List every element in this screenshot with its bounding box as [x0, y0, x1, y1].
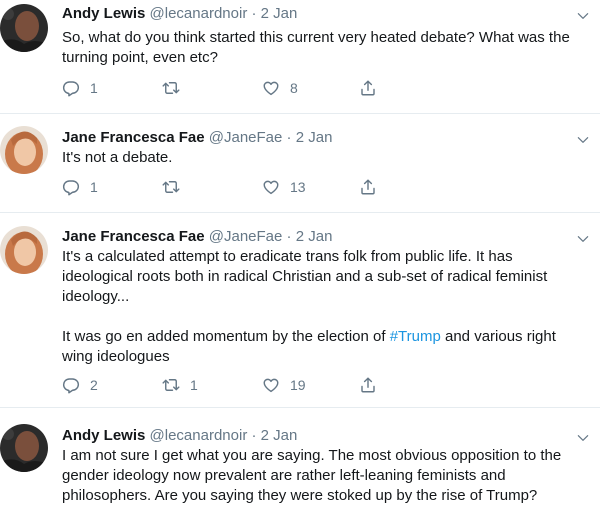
author-handle[interactable]: @JaneFae [209, 129, 283, 146]
separator: · [286, 228, 292, 245]
share-button[interactable] [359, 177, 377, 197]
tweet-paragraph: It's not a debate. [62, 149, 173, 166]
tweet-text: I am not sure I get what you are saying.… [62, 446, 587, 506]
retweet-icon [162, 79, 180, 97]
tweet-paragraph: It was go en added momentum by the elect… [62, 327, 587, 367]
reply-icon [62, 79, 80, 97]
tweet-date[interactable]: 2 Jan [296, 129, 333, 146]
avatar[interactable] [0, 424, 48, 472]
chevron-down-icon[interactable] [576, 232, 590, 246]
separator: · [286, 129, 292, 146]
author-name[interactable]: Jane Francesca Fae [62, 228, 205, 245]
like-button[interactable]: 19 [262, 375, 306, 395]
avatar[interactable] [0, 4, 48, 52]
tweet[interactable]: Andy Lewis @lecanardnoir · 2 Jan So, wha… [0, 0, 600, 110]
hashtag-link[interactable]: #Trump [390, 328, 441, 345]
retweet-icon [162, 178, 180, 196]
like-count: 13 [290, 179, 306, 195]
avatar[interactable] [0, 126, 48, 174]
chevron-down-icon[interactable] [576, 133, 590, 147]
tweet-text-span: It was go en added momentum by the elect… [62, 328, 386, 345]
tweet-paragraph: It's a calculated attempt to eradicate t… [62, 248, 548, 305]
tweet-date[interactable]: 2 Jan [261, 427, 298, 444]
share-button[interactable] [359, 78, 377, 98]
reply-count: 1 [90, 80, 98, 96]
retweet-button[interactable]: 1 [162, 375, 198, 395]
reply-count: 2 [90, 377, 98, 393]
like-button[interactable]: 13 [262, 177, 306, 197]
tweet-text: It's not a debate. [62, 148, 587, 168]
retweet-count: 1 [190, 377, 198, 393]
tweet[interactable]: Andy Lewis @lecanardnoir · 2 Jan I am no… [0, 408, 600, 517]
tweet[interactable]: Jane Francesca Fae @JaneFae · 2 Jan It's… [0, 114, 600, 212]
author-handle[interactable]: @lecanardnoir [150, 5, 248, 22]
reply-count: 1 [90, 179, 98, 195]
reply-icon [62, 376, 80, 394]
share-icon [359, 79, 377, 97]
like-button[interactable]: 8 [262, 78, 298, 98]
retweet-icon [162, 376, 180, 394]
share-icon [359, 376, 377, 394]
tweet-actions: 1 8 [62, 78, 392, 98]
share-button[interactable] [359, 375, 377, 395]
like-count: 19 [290, 377, 306, 393]
reply-button[interactable]: 2 [62, 375, 98, 395]
tweet-paragraph: I am not sure I get what you are saying.… [62, 447, 562, 504]
tweet-date[interactable]: 2 Jan [296, 228, 333, 245]
like-count: 8 [290, 80, 298, 96]
tweet-text: It's a calculated attempt to eradicate t… [62, 247, 587, 367]
tweet-date[interactable]: 2 Jan [261, 5, 298, 22]
separator: · [251, 5, 257, 22]
share-icon [359, 178, 377, 196]
reply-icon [62, 178, 80, 196]
author-handle[interactable]: @JaneFae [209, 228, 283, 245]
separator: · [251, 427, 257, 444]
reply-button[interactable]: 1 [62, 177, 98, 197]
retweet-button[interactable] [162, 78, 190, 98]
tweet-text: So, what do you think started this curre… [62, 28, 587, 68]
chevron-down-icon[interactable] [576, 9, 590, 23]
heart-icon [262, 376, 280, 394]
author-name[interactable]: Jane Francesca Fae [62, 129, 205, 146]
avatar[interactable] [0, 226, 48, 274]
reply-button[interactable]: 1 [62, 78, 98, 98]
tweet-paragraph: So, what do you think started this curre… [62, 29, 570, 66]
retweet-button[interactable] [162, 177, 190, 197]
chevron-down-icon[interactable] [576, 431, 590, 445]
author-handle[interactable]: @lecanardnoir [150, 427, 248, 444]
tweet-actions: 1 13 [62, 177, 392, 197]
heart-icon [262, 178, 280, 196]
author-name[interactable]: Andy Lewis [62, 427, 145, 444]
tweet[interactable]: Jane Francesca Fae @JaneFae · 2 Jan It's… [0, 213, 600, 403]
heart-icon [262, 79, 280, 97]
tweet-actions: 2 1 19 [62, 375, 392, 395]
author-name[interactable]: Andy Lewis [62, 5, 145, 22]
